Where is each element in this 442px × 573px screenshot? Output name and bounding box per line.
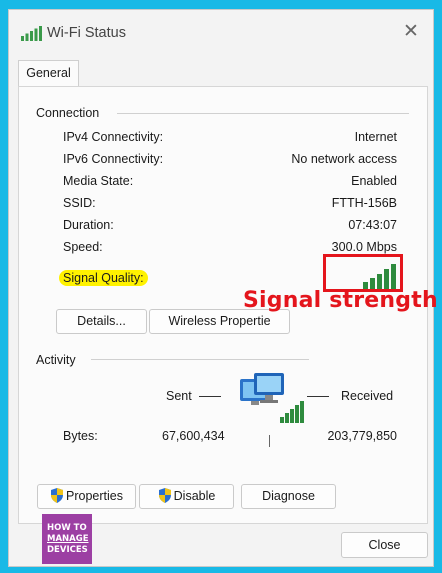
close-button[interactable]: Close [341,532,428,558]
logo-line-1: HOW TO [47,523,87,533]
bytes-sent-value: 67,600,434 [162,429,225,443]
network-computers-icon [240,373,304,423]
received-label: Received [341,389,394,403]
duration-label: Duration: [63,218,114,232]
sent-line [199,396,221,397]
disable-label: Disable [173,489,216,503]
logo-line-3: DEVICES [47,545,88,555]
activity-group-title: Activity [36,353,76,367]
tab-general[interactable]: General [18,60,79,87]
how-to-manage-devices-logo: HOW TO MANAGE DEVICES [42,514,92,564]
signal-strength-annotation: Signal strength [243,288,438,313]
activity-divider [91,359,309,360]
speed-label: Speed: [63,240,103,254]
bytes-label: Bytes: [63,429,98,443]
logo-line-2: MANAGE [47,534,89,544]
media-state-value: Enabled [351,174,397,188]
disable-button[interactable]: Disable [139,484,234,509]
duration-value: 07:43:07 [348,218,397,232]
media-state-label: Media State: [63,174,134,188]
signal-quality-row: Signal Quality: [59,270,148,286]
shield-icon [51,488,63,503]
ipv4-value: Internet [354,130,397,144]
ipv6-label: IPv6 Connectivity: [63,152,164,166]
activity-separator [269,435,270,447]
title-bar: Wi-Fi Status ✕ [9,10,433,56]
sent-label: Sent [166,389,192,403]
ipv4-label: IPv4 Connectivity: [63,130,164,144]
shield-icon [158,488,171,503]
details-button[interactable]: Details... [56,309,147,334]
ipv6-value: No network access [291,152,397,166]
window-title: Wi-Fi Status [47,25,126,41]
signal-icon [21,26,42,41]
properties-button[interactable]: Properties [37,484,136,509]
connection-divider [117,113,409,114]
speed-value: 300.0 Mbps [331,240,397,254]
properties-label: Properties [66,489,123,503]
signal-quality-label: Signal Quality: [59,270,148,286]
ssid-value: FTTH-156B [331,196,397,210]
diagnose-button[interactable]: Diagnose [241,484,336,509]
close-icon[interactable]: ✕ [401,22,421,42]
bytes-received-value: 203,779,850 [327,429,397,443]
received-line [307,396,329,397]
ssid-label: SSID: [63,196,96,210]
connection-group-title: Connection [36,106,100,120]
signal-highlight-box [323,254,403,292]
